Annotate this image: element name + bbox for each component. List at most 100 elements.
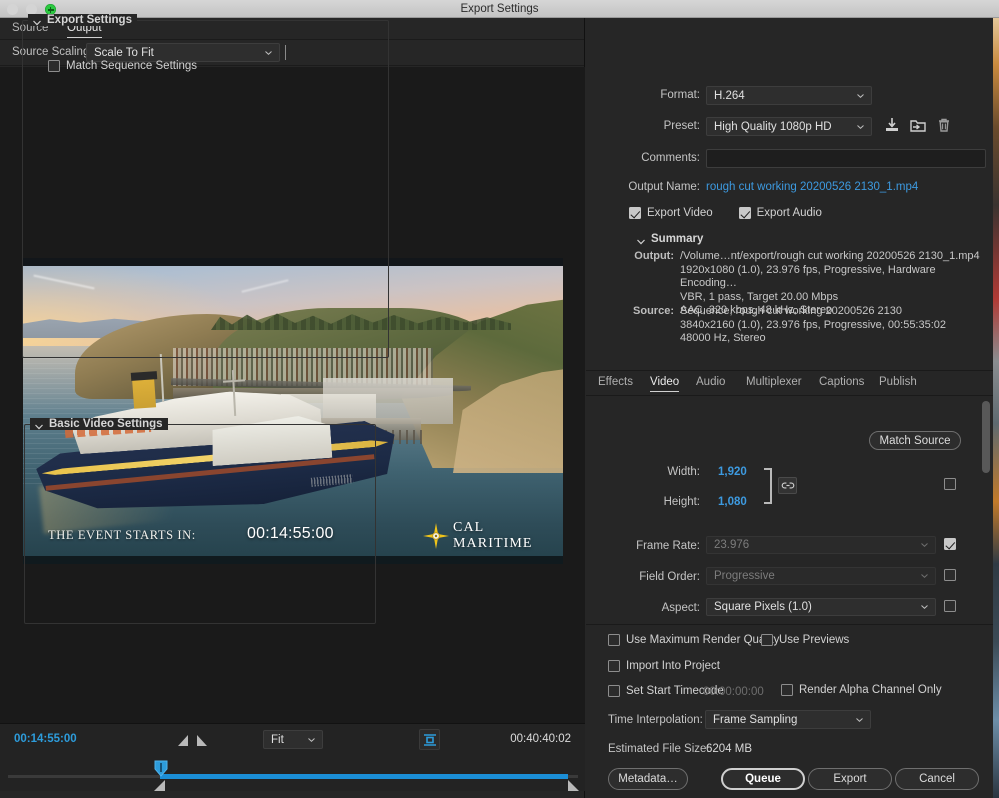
chevron-down-icon [921,574,928,578]
vertical-scrollbar[interactable] [982,401,990,473]
checkbox-icon[interactable] [739,207,751,219]
export-audio-checkbox[interactable]: Export Audio [739,207,822,219]
tab-effects[interactable]: Effects [598,376,633,391]
export-settings-group-header[interactable]: Export Settings [28,14,137,26]
checkbox-icon[interactable] [761,634,773,646]
match-sequence-settings-label: Match Sequence Settings [66,60,197,72]
frame-rate-value: 23.976 [714,539,749,551]
cancel-button[interactable]: Cancel [895,768,979,790]
basic-video-settings-group [24,424,376,624]
preset-action-icons[interactable] [884,117,952,138]
frame-rate-label: Frame Rate: [586,540,700,552]
current-timecode[interactable]: 00:14:55:00 [14,733,77,745]
render-alpha-only-checkbox[interactable]: Render Alpha Channel Only [781,684,942,696]
output-name-link[interactable]: rough cut working 20200526 2130_1.mp4 [706,181,918,193]
chevron-down-icon[interactable] [33,17,41,23]
match-sequence-settings-checkbox[interactable]: Match Sequence Settings [48,60,197,72]
time-interpolation-select[interactable]: Frame Sampling [705,710,871,729]
time-interpolation-label: Time Interpolation: [608,714,703,726]
tab-captions[interactable]: Captions [819,376,864,391]
width-height-checkbox[interactable] [944,478,956,490]
background-app-right-edge [993,18,999,798]
delete-preset-icon[interactable] [936,117,952,138]
tab-multiplexer[interactable]: Multiplexer [746,376,802,391]
scrub-selected-range[interactable] [160,774,568,779]
aspect-label: Aspect: [586,602,700,614]
basic-video-settings-header[interactable]: Basic Video Settings [30,418,168,430]
export-button[interactable]: Export [808,768,892,790]
field-order-value: Progressive [714,570,775,582]
summary-source-label: Source: [610,305,674,317]
checkbox-icon[interactable] [608,685,620,697]
export-audio-label: Export Audio [757,207,822,219]
aspect-value: Square Pixels (1.0) [714,601,812,613]
range-out-handle[interactable] [568,780,579,791]
import-into-project-label: Import Into Project [626,660,720,672]
comments-input[interactable] [706,149,986,168]
match-source-button[interactable]: Match Source [869,431,961,450]
chevron-down-icon [921,605,928,609]
tab-publish[interactable]: Publish [879,376,917,391]
use-previews-checkbox[interactable]: Use Previews [761,634,849,646]
playhead-handle[interactable] [154,760,168,777]
export-settings-group-title: Export Settings [47,14,132,26]
chevron-down-icon[interactable] [35,421,43,427]
field-order-label: Field Order: [586,571,700,583]
import-into-project-checkbox[interactable]: Import Into Project [608,660,720,672]
export-toggles-row: Export Video Export Audio [629,207,822,219]
checkbox-icon[interactable] [608,660,620,672]
save-preset-icon[interactable] [884,117,900,138]
export-video-checkbox[interactable]: Export Video [629,207,713,219]
settings-tabstrip: Effects Video Audio Multiplexer Captions… [586,370,993,396]
range-in-handle[interactable] [154,780,165,791]
aspect-checkbox[interactable] [944,600,956,612]
aspect-select[interactable]: Square Pixels (1.0) [706,598,936,616]
format-select[interactable]: H.264 [706,86,872,105]
metadata-button[interactable]: Metadata… [608,768,688,790]
chevron-down-icon [308,738,315,742]
tab-video[interactable]: Video [650,376,679,392]
start-timecode-value[interactable]: 00:00:00:00 [703,686,764,698]
frame-rate-checkbox[interactable] [944,538,956,550]
source-range-icon[interactable] [419,729,440,750]
mark-out-icon[interactable] [197,735,207,746]
checkbox-icon[interactable] [629,207,641,219]
scrub-bar[interactable] [0,755,585,791]
height-label: Height: [586,496,700,508]
in-out-markers [178,735,207,746]
checkbox-icon[interactable] [608,634,620,646]
summary-group-header[interactable]: Summary [632,233,708,245]
checkbox-icon[interactable] [48,60,60,72]
brand-name: CAL MARITIME [453,520,563,552]
render-alpha-only-label: Render Alpha Channel Only [799,684,942,696]
zoom-level-select[interactable]: Fit [263,730,323,749]
mark-in-icon[interactable] [178,735,188,746]
import-preset-icon[interactable] [910,117,926,138]
preset-value: High Quality 1080p HD [714,121,832,133]
summary-source-details: Sequence, rough cut working 20200526 213… [680,305,980,346]
export-video-label: Export Video [647,207,713,219]
width-label: Width: [586,466,700,478]
use-max-render-quality-label: Use Maximum Render Quality [626,634,779,646]
height-value[interactable]: 1,080 [718,496,747,508]
window-titlebar: Export Settings [0,0,999,18]
frame-rate-select[interactable]: 23.976 [706,536,936,554]
window-title: Export Settings [0,0,999,18]
queue-button[interactable]: Queue [721,768,805,790]
chevron-down-icon [857,125,864,129]
field-order-checkbox[interactable] [944,569,956,581]
width-value[interactable]: 1,920 [718,466,747,478]
transport-bar: 00:14:55:00 Fit 00:40:40:02 [0,723,585,755]
estimated-file-size-value: 6204 MB [706,743,752,755]
zoom-level-value: Fit [271,734,284,746]
checkbox-icon[interactable] [781,684,793,696]
preset-select[interactable]: High Quality 1080p HD [706,117,872,136]
field-order-select[interactable]: Progressive [706,567,936,585]
summary-output-label: Output: [610,250,674,262]
chevron-down-icon [921,543,928,547]
chevron-down-icon[interactable] [637,236,645,242]
link-dimensions-icon[interactable] [778,477,797,494]
tab-audio[interactable]: Audio [696,376,725,391]
summary-group-title: Summary [651,233,703,245]
use-max-render-quality-checkbox[interactable]: Use Maximum Render Quality [608,634,779,646]
